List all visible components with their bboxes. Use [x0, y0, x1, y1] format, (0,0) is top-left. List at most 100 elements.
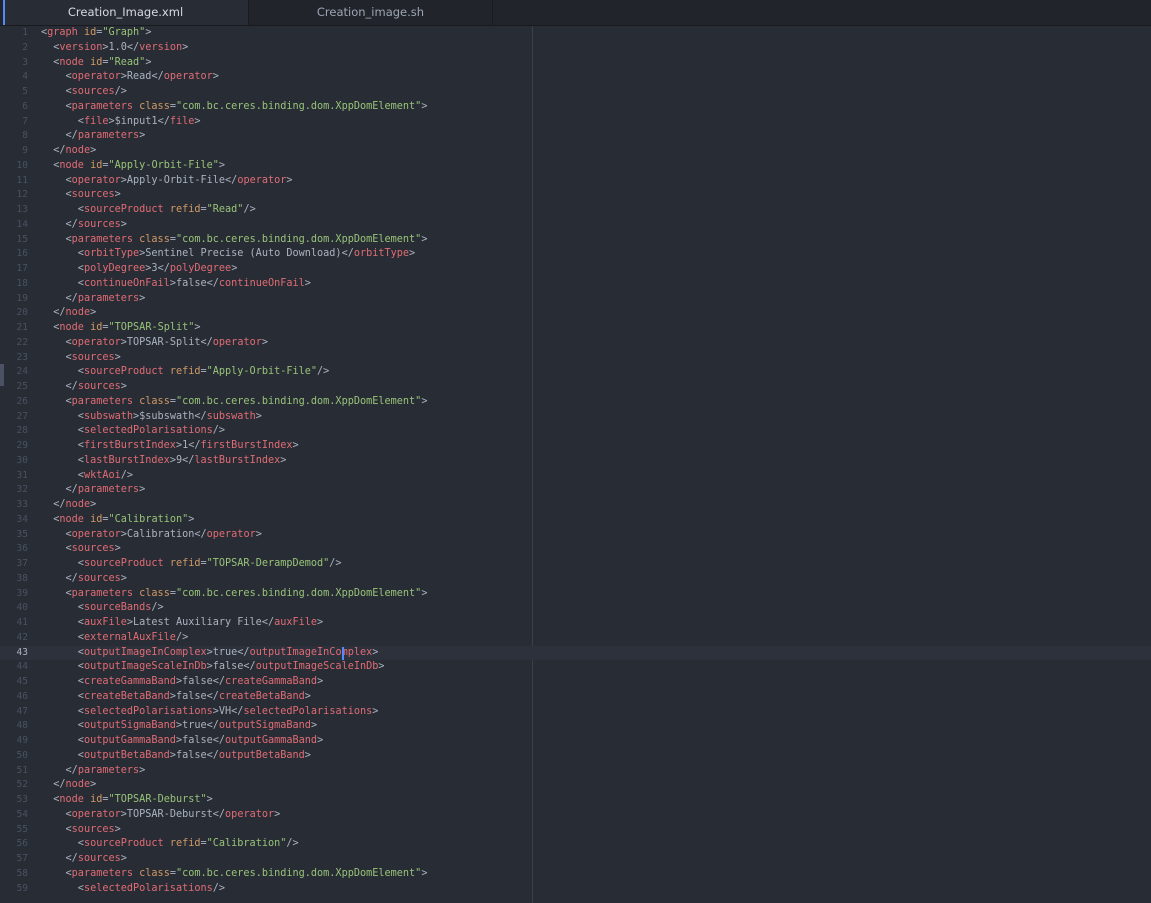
code-token: >: [255, 410, 262, 422]
code-line[interactable]: <selectedPolarisations>VH</selectedPolar…: [41, 705, 379, 720]
line-number: 43: [16, 646, 28, 658]
code-line[interactable]: <wktAoi/>: [41, 469, 133, 484]
code-line[interactable]: <operator>Apply-Orbit-File</operator>: [41, 174, 293, 189]
code-token: operator: [163, 71, 213, 83]
code-token: "Apply-Orbit-File": [206, 366, 318, 378]
code-line[interactable]: <outputImageScaleInDb>false</outputImage…: [41, 660, 385, 675]
code-token: <: [41, 587, 72, 599]
code-token: >: [317, 676, 324, 687]
code-line[interactable]: </parameters>: [41, 764, 146, 779]
code-line[interactable]: <subswath>$subswath</subswath>: [41, 410, 262, 425]
code-token: <: [41, 233, 72, 245]
code-line[interactable]: <firstBurstIndex>1</firstBurstIndex>: [41, 439, 299, 454]
code-line[interactable]: </node>: [41, 144, 96, 159]
code-line[interactable]: <graph id="Graph">: [41, 26, 151, 41]
code-token: >: [378, 661, 385, 673]
code-line[interactable]: <node id="TOPSAR-Split">: [41, 321, 200, 336]
code-line[interactable]: <sourceProduct refid="Read"/>: [41, 203, 256, 218]
code-line[interactable]: <node id="Calibration">: [41, 513, 194, 528]
code-line[interactable]: <sources>: [41, 823, 121, 838]
code-editor[interactable]: 1 <graph id="Graph"> 2 <version>1.0</versi…: [0, 26, 1151, 903]
code-line[interactable]: <operator>TOPSAR-Deburst</operator>: [41, 808, 281, 823]
line-number: 51: [16, 764, 28, 776]
code-token: outputImageScaleInDb: [83, 661, 207, 673]
code-token: <: [41, 558, 84, 569]
code-line[interactable]: <parameters class="com.bc.ceres.binding.…: [41, 100, 428, 115]
code-token: node: [65, 145, 91, 156]
code-token: operator: [237, 174, 287, 186]
code-token: "com.bc.ceres.binding.dom.XppDomElement": [175, 587, 422, 599]
code-line[interactable]: </node>: [41, 306, 96, 321]
code-token: <: [41, 631, 84, 643]
code-token: firstBurstIndex: [200, 440, 293, 451]
code-line[interactable]: <sourceProduct refid="Apply-Orbit-File"/…: [41, 365, 330, 380]
code-line[interactable]: <outputBetaBand>false</outputBetaBand>: [41, 749, 311, 764]
code-line[interactable]: </parameters>: [41, 483, 146, 498]
code-token: false: [182, 735, 213, 746]
code-token: <: [41, 838, 84, 850]
code-line[interactable]: <sources>: [41, 188, 121, 203]
code-line[interactable]: <node id="Apply-Orbit-File">: [41, 159, 225, 174]
code-token: <: [41, 735, 84, 746]
code-token: >: [292, 440, 299, 451]
code-line[interactable]: <orbitType>Sentinel Precise (Auto Downlo…: [41, 247, 415, 262]
code-line[interactable]: <operator>Read</operator>: [41, 70, 219, 85]
code-line[interactable]: </parameters>: [41, 129, 146, 144]
code-line[interactable]: <node id="Read">: [41, 56, 151, 71]
code-line[interactable]: </sources>: [41, 380, 127, 395]
code-line[interactable]: <sourceProduct refid="TOPSAR-DerampDemod…: [41, 557, 342, 572]
code-line[interactable]: <node id="TOPSAR-Deburst">: [41, 793, 213, 808]
code-line[interactable]: <parameters class="com.bc.ceres.binding.…: [41, 867, 428, 882]
code-line[interactable]: <sourceProduct refid="Calibration"/>: [41, 837, 299, 852]
code-line[interactable]: <parameters class="com.bc.ceres.binding.…: [41, 233, 428, 248]
code-line[interactable]: <selectedPolarisations/>: [41, 882, 225, 897]
code-line[interactable]: <sources>: [41, 351, 121, 366]
code-line[interactable]: <operator>Calibration</operator>: [41, 528, 262, 543]
code-line[interactable]: <parameters class="com.bc.ceres.binding.…: [41, 587, 428, 602]
code-line[interactable]: <file>$input1</file>: [41, 115, 201, 130]
line-number: 27: [16, 410, 28, 422]
code-line[interactable]: <createBetaBand>false</createBetaBand>: [41, 690, 311, 705]
line-number: 41: [16, 617, 28, 628]
code-token: <: [41, 410, 84, 422]
code-line[interactable]: </node>: [41, 498, 96, 513]
code-token: parameters: [77, 764, 140, 776]
code-line[interactable]: <polyDegree>3</polyDegree>: [41, 262, 238, 277]
code-line[interactable]: </node>: [41, 778, 96, 793]
code-token: auxFile: [83, 617, 127, 628]
code-line[interactable]: <operator>TOPSAR-Split</operator>: [41, 336, 268, 351]
code-token: graph: [47, 27, 78, 38]
code-line[interactable]: <auxFile>Latest Auxiliary File</auxFile>: [41, 616, 323, 631]
code-line[interactable]: </sources>: [41, 572, 127, 587]
code-line[interactable]: <outputGammaBand>false</outputGammaBand>: [41, 734, 323, 749]
code-line[interactable]: <sources>: [41, 542, 121, 557]
code-line[interactable]: <outputImageInComplex>true</outputImageI…: [41, 646, 379, 661]
line-number: 42: [16, 631, 28, 643]
code-line[interactable]: <outputSigmaBand>true</outputSigmaBand>: [41, 719, 317, 734]
code-line[interactable]: <sourceBands/>: [41, 601, 164, 616]
code-token: false: [175, 749, 207, 761]
code-token: <: [41, 882, 84, 894]
code-line[interactable]: <externalAuxFile/>: [41, 631, 188, 646]
tab-creation-image-xml[interactable]: Creation_Image.xml: [3, 0, 248, 25]
code-line[interactable]: <selectedPolarisations/>: [41, 424, 225, 439]
code-token: node: [59, 513, 84, 525]
code-line[interactable]: </parameters>: [41, 292, 146, 307]
code-token: id: [90, 56, 103, 68]
code-token: </: [41, 572, 78, 584]
code-token: </: [188, 440, 201, 451]
tab-creation-image-sh[interactable]: Creation_image.sh: [248, 0, 493, 25]
code-line[interactable]: <createGammaBand>false</createGammaBand>: [41, 675, 323, 690]
code-line[interactable]: <sources/>: [41, 85, 127, 100]
code-token: "Read": [206, 204, 244, 215]
code-token: parameters: [71, 233, 134, 245]
code-token: id: [90, 159, 103, 171]
code-line[interactable]: <version>1.0</version>: [41, 41, 188, 56]
code-token: >: [120, 381, 127, 392]
code-line[interactable]: <continueOnFail>false</continueOnFail>: [41, 277, 311, 292]
code-line[interactable]: <lastBurstIndex>9</lastBurstIndex>: [41, 454, 287, 469]
code-line[interactable]: </sources>: [41, 852, 127, 867]
code-token: "TOPSAR-DerampDemod": [206, 558, 330, 569]
code-line[interactable]: <parameters class="com.bc.ceres.binding.…: [41, 395, 428, 410]
code-line[interactable]: </sources>: [41, 218, 127, 233]
